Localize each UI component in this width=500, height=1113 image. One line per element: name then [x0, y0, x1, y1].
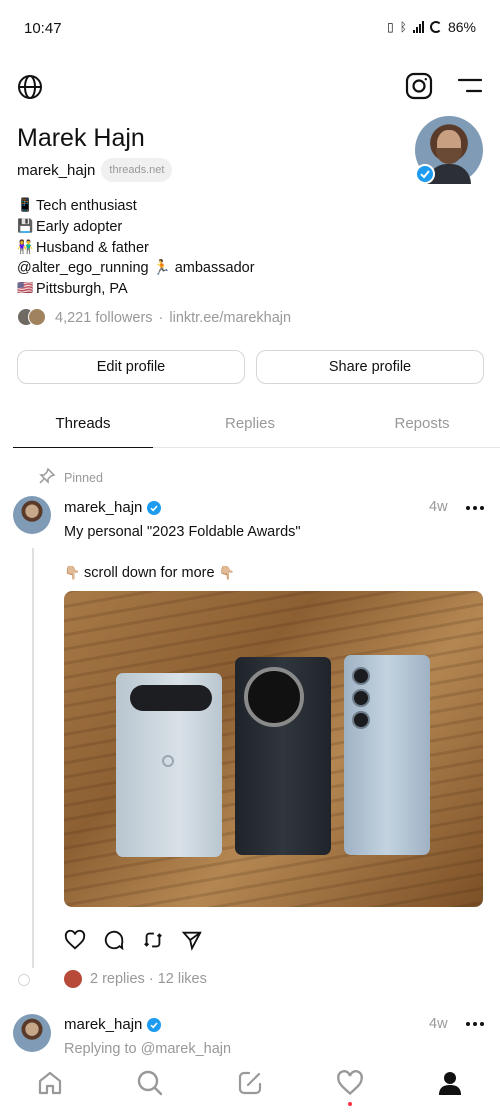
bio-line: 💾 Early adopter [17, 217, 255, 238]
globe-icon[interactable] [17, 74, 43, 105]
post-time: 4w [429, 1016, 448, 1032]
couple-icon: 👫 [17, 239, 34, 255]
tab-threads[interactable]: Threads [13, 406, 153, 448]
thread-end-marker [18, 974, 30, 986]
profile-avatar[interactable] [415, 116, 483, 184]
camera-lens [352, 711, 370, 729]
heart-icon [336, 1069, 364, 1102]
bio-text: Pittsburgh, PA [36, 281, 128, 298]
pinned-row: Pinned [38, 467, 103, 488]
profile-link[interactable]: linktr.ee/marekhajn [169, 310, 291, 326]
post-image[interactable] [64, 591, 483, 907]
nav-compose[interactable] [220, 1066, 280, 1106]
post-actions [64, 929, 203, 956]
post-author-name[interactable]: marek_hajn [64, 1016, 142, 1033]
post-text: My personal "2023 Foldable Awards" [64, 524, 301, 540]
follower-avatar [28, 308, 46, 326]
replier-avatar [64, 970, 82, 988]
like-icon[interactable] [64, 929, 86, 956]
vibrate-icon: ▯ [387, 20, 394, 34]
pin-icon [38, 467, 56, 488]
nav-home[interactable] [20, 1066, 80, 1106]
repost-icon[interactable] [142, 929, 164, 956]
bio-text: Tech enthusiast [36, 198, 137, 214]
post-author-name[interactable]: marek_hajn [64, 499, 142, 516]
comment-icon[interactable] [103, 929, 125, 956]
post-subtext: 👇🏼 scroll down for more 👇🏼 [64, 565, 235, 581]
post-author[interactable]: marek_hajn [64, 499, 162, 516]
bio-line: 📱 Tech enthusiast [17, 196, 255, 217]
share-icon[interactable] [181, 929, 203, 956]
avatar-beard [436, 148, 462, 164]
threads-domain-chip[interactable]: threads.net [101, 158, 173, 182]
edit-profile-button[interactable]: Edit profile [17, 350, 245, 384]
nav-profile[interactable] [420, 1066, 480, 1106]
replies-likes-count[interactable]: 2 replies · 12 likes [90, 971, 207, 987]
post-author-avatar[interactable] [13, 1014, 51, 1052]
bottom-nav [0, 1058, 500, 1113]
google-logo [162, 755, 174, 767]
replies-likes-row: 2 replies · 12 likes [64, 970, 207, 988]
phone-galaxy-fold [344, 655, 430, 855]
camera-bar [130, 685, 212, 711]
post-author[interactable]: marek_hajn [64, 1016, 162, 1033]
bio-text: Husband & father [36, 239, 149, 256]
home-icon [36, 1069, 64, 1102]
post-author-avatar[interactable] [13, 496, 51, 534]
phone-pixel-fold [116, 673, 222, 857]
mobile-phone-icon: 📱 [17, 198, 34, 213]
status-icons: ▯ ᛒ 86% [387, 19, 476, 35]
more-options-icon[interactable] [466, 1022, 484, 1026]
followers-row: 4,221 followers · linktr.ee/marekhajn [17, 308, 291, 328]
notification-dot [348, 1101, 352, 1106]
camera-module [244, 667, 304, 727]
profile-header-bar [0, 70, 500, 102]
thread-line [32, 548, 34, 968]
follower-avatars[interactable] [17, 308, 49, 328]
compose-icon [236, 1069, 264, 1102]
camera-lens [352, 689, 370, 707]
search-icon [136, 1069, 164, 1102]
camera-lens [352, 667, 370, 685]
more-options-icon[interactable] [466, 506, 484, 510]
post-subtext-label: scroll down for more [84, 565, 215, 581]
profile-icon [436, 1069, 464, 1102]
verified-icon [415, 164, 435, 184]
bio-line: 🇺🇸 Pittsburgh, PA [17, 279, 255, 300]
handle-row: marek_hajn threads.net [17, 158, 173, 182]
profile-bio: 📱 Tech enthusiast 💾 Early adopter 👫 Husb… [17, 196, 255, 300]
menu-icon[interactable] [457, 78, 483, 99]
bio-mention-text[interactable]: @alter_ego_running 🏃 ambassador [17, 258, 255, 279]
pointing-down-icon: 👇🏼 [64, 565, 81, 581]
signal-icon [412, 21, 424, 33]
bio-line: 👫 Husband & father [17, 238, 255, 259]
verified-icon [147, 1017, 162, 1032]
verified-icon [147, 500, 162, 515]
followers-count[interactable]: 4,221 followers [55, 310, 153, 326]
tab-reposts[interactable]: Reposts [347, 406, 497, 447]
profile-name: Marek Hajn [17, 124, 145, 152]
bio-text: Early adopter [36, 218, 123, 235]
separator-dot: · [158, 310, 164, 326]
battery-icon [429, 21, 442, 33]
us-flag-icon: 🇺🇸 [17, 281, 34, 297]
share-profile-button[interactable]: Share profile [256, 350, 484, 384]
floppy-disk-icon: 💾 [17, 218, 34, 234]
phone-oneplus-open [235, 657, 331, 855]
status-bar: 10:47 ▯ ᛒ 86% [0, 0, 500, 56]
nav-search[interactable] [120, 1066, 180, 1106]
tab-replies[interactable]: Replies [180, 406, 320, 447]
bio-line: @alter_ego_running 🏃 ambassador [17, 258, 255, 279]
post-time: 4w [429, 499, 448, 515]
instagram-icon[interactable] [405, 72, 433, 105]
reply-context-text: Replying to @marek_hajn [64, 1041, 232, 1057]
nav-activity[interactable] [320, 1066, 380, 1106]
battery-percent: 86% [447, 19, 476, 35]
status-time: 10:47 [24, 20, 62, 37]
pinned-label: Pinned [64, 470, 103, 485]
bluetooth-icon: ᛒ [399, 20, 407, 34]
profile-tabs: Threads Replies Reposts [13, 406, 500, 448]
pointing-down-icon: 👇🏼 [218, 565, 235, 581]
profile-handle: marek_hajn [17, 161, 96, 179]
